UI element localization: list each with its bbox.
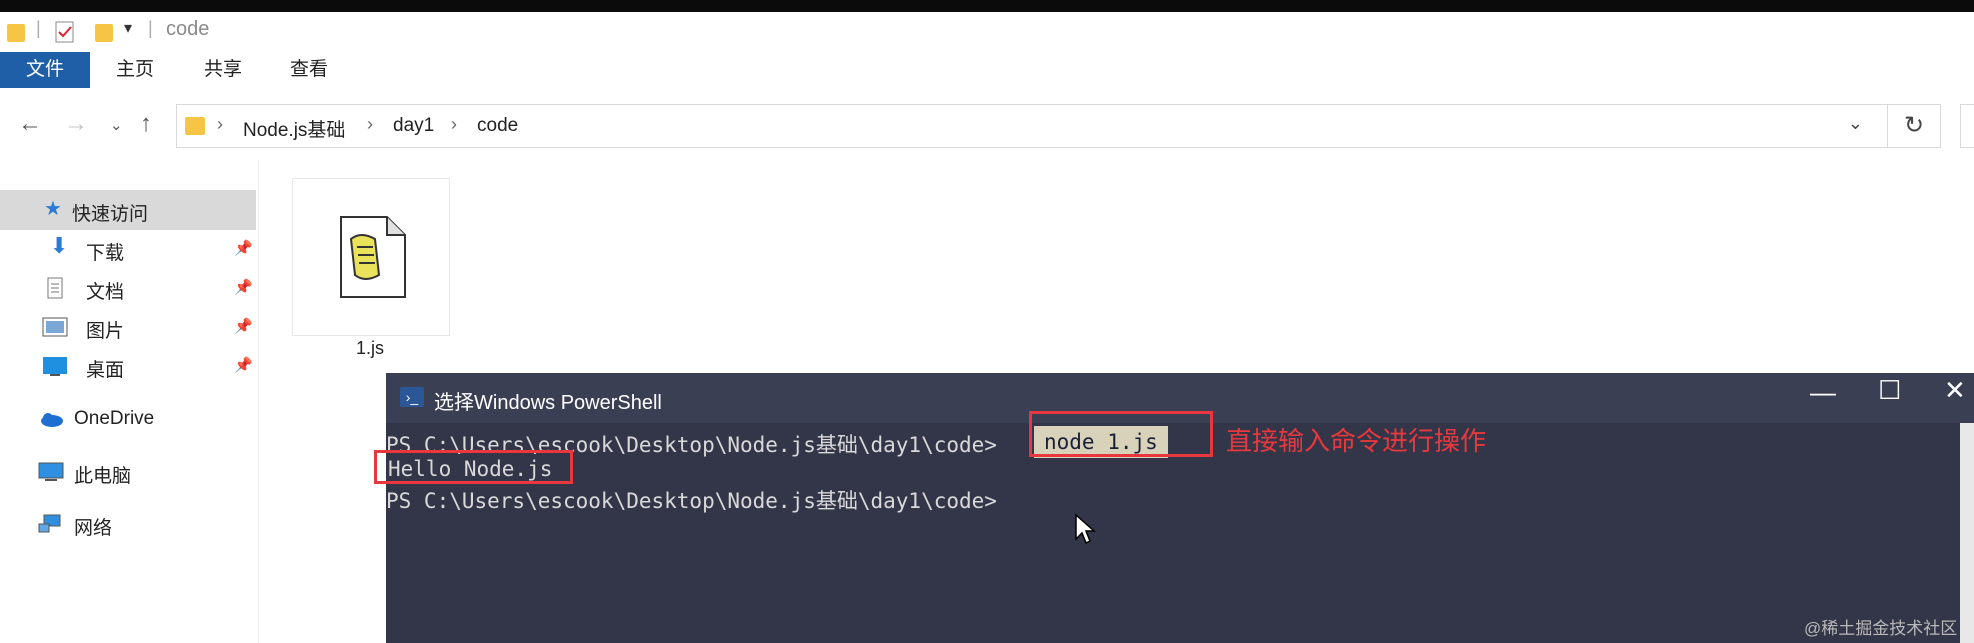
up-arrow-icon[interactable]: ↑ <box>140 110 152 138</box>
annotation-text: 直接输入命令进行操作 <box>1226 426 1487 456</box>
script-file-icon <box>340 216 406 298</box>
breadcrumb-code[interactable]: code <box>477 115 518 137</box>
sidebar-item-label: OneDrive <box>74 408 155 429</box>
navigation-bar: ← → ⌄ ↑ › Node.js基础 › day1 › code ⌄ ↻ <box>0 92 1974 160</box>
close-icon[interactable]: ✕ <box>1944 375 1966 406</box>
sidebar-item-label: 快速访问 <box>72 204 149 225</box>
mouse-pointer-icon <box>1075 513 1096 545</box>
sidebar-item-label: 网络 <box>74 518 113 539</box>
sidebar-item-network[interactable]: 网络 <box>0 504 256 544</box>
top-edge <box>0 0 1974 12</box>
pin-icon[interactable]: 📌 <box>234 317 253 335</box>
sidebar-item-desktop[interactable]: 桌面 📌 <box>0 346 256 386</box>
network-icon <box>38 514 61 533</box>
refresh-icon: ↻ <box>1903 112 1925 139</box>
breadcrumb-nodejs[interactable]: Node.js基础 <box>243 115 345 142</box>
sidebar-item-downloads[interactable]: ⬇ 下载 📌 <box>0 229 256 269</box>
sidebar-item-onedrive[interactable]: OneDrive <box>0 399 256 439</box>
new-folder-icon[interactable] <box>94 20 114 44</box>
customize-toolbar-icon[interactable]: ▾ <box>124 18 132 38</box>
navigation-pane: ★ 快速访问 ⬇ 下载 📌 文档 📌 图片 📌 桌面 📌 OneDrive 此电… <box>0 160 259 643</box>
pictures-icon <box>42 317 68 337</box>
sidebar-item-quick-access[interactable]: ★ 快速访问 <box>0 190 256 230</box>
terminal-prompt-line-2[interactable]: PS C:\Users\escook\Desktop\Node.js基础\day… <box>386 485 997 515</box>
toolbar-divider: | <box>36 18 41 38</box>
address-bar[interactable]: › Node.js基础 › day1 › code ⌄ <box>176 104 1888 148</box>
folder-icon[interactable] <box>6 20 26 44</box>
search-box[interactable] <box>1960 104 1974 148</box>
document-icon <box>47 277 63 299</box>
toolbar-divider: | <box>148 18 153 38</box>
forward-arrow-icon[interactable]: → <box>64 110 88 138</box>
recent-locations-icon[interactable]: ⌄ <box>110 116 123 134</box>
tab-home[interactable]: 主页 <box>98 52 172 88</box>
refresh-button[interactable]: ↻ <box>1888 104 1941 148</box>
back-arrow-icon[interactable]: ← <box>18 110 42 138</box>
sidebar-item-label: 图片 <box>86 321 125 342</box>
sidebar-item-documents[interactable]: 文档 📌 <box>0 268 256 308</box>
download-icon: ⬇ <box>50 233 69 258</box>
ribbon-tabs: 文件 主页 共享 查看 <box>0 52 1974 93</box>
computer-icon <box>38 462 64 481</box>
sidebar-item-label: 桌面 <box>86 360 125 381</box>
star-icon: ★ <box>44 198 62 220</box>
file-tile[interactable] <box>292 178 450 336</box>
folder-icon <box>185 117 205 135</box>
title-bar: | ▾ | code <box>0 12 1974 52</box>
sidebar-item-pictures[interactable]: 图片 📌 <box>0 307 256 347</box>
window-title: code <box>166 18 210 40</box>
tab-view[interactable]: 查看 <box>272 52 346 88</box>
breadcrumb-separator-icon: › <box>367 114 373 134</box>
pin-icon[interactable]: 📌 <box>234 356 253 374</box>
sidebar-item-label: 文档 <box>86 282 125 303</box>
sidebar-item-label: 此电脑 <box>74 466 132 487</box>
terminal-scrollbar[interactable] <box>1960 423 1974 643</box>
breadcrumb-day1[interactable]: day1 <box>393 115 434 137</box>
maximize-icon[interactable]: ☐ <box>1878 375 1901 406</box>
tab-file[interactable]: 文件 <box>0 52 90 88</box>
pin-icon[interactable]: 📌 <box>234 239 253 257</box>
powershell-title: 选择Windows PowerShell <box>434 392 662 414</box>
watermark: @稀土掘金技术社区 <box>1804 619 1958 638</box>
powershell-icon: ›_ <box>400 387 424 407</box>
minimize-icon[interactable]: — <box>1810 377 1836 408</box>
tab-share[interactable]: 共享 <box>186 52 260 88</box>
cloud-icon <box>41 413 63 427</box>
highlight-box-command <box>1029 411 1213 457</box>
address-dropdown-icon[interactable]: ⌄ <box>1848 113 1863 134</box>
desktop-icon <box>43 357 67 376</box>
powershell-window[interactable]: ›_ 选择Windows PowerShell — ☐ ✕ PS C:\User… <box>374 373 1974 643</box>
pin-icon[interactable]: 📌 <box>234 278 253 296</box>
breadcrumb-separator-icon: › <box>217 114 223 134</box>
file-name[interactable]: 1.js <box>292 338 448 359</box>
properties-icon[interactable] <box>54 20 76 44</box>
highlight-box-output <box>374 450 573 484</box>
sidebar-item-this-pc[interactable]: 此电脑 <box>0 452 256 492</box>
sidebar-item-label: 下载 <box>86 243 125 264</box>
breadcrumb-separator-icon: › <box>451 114 457 134</box>
